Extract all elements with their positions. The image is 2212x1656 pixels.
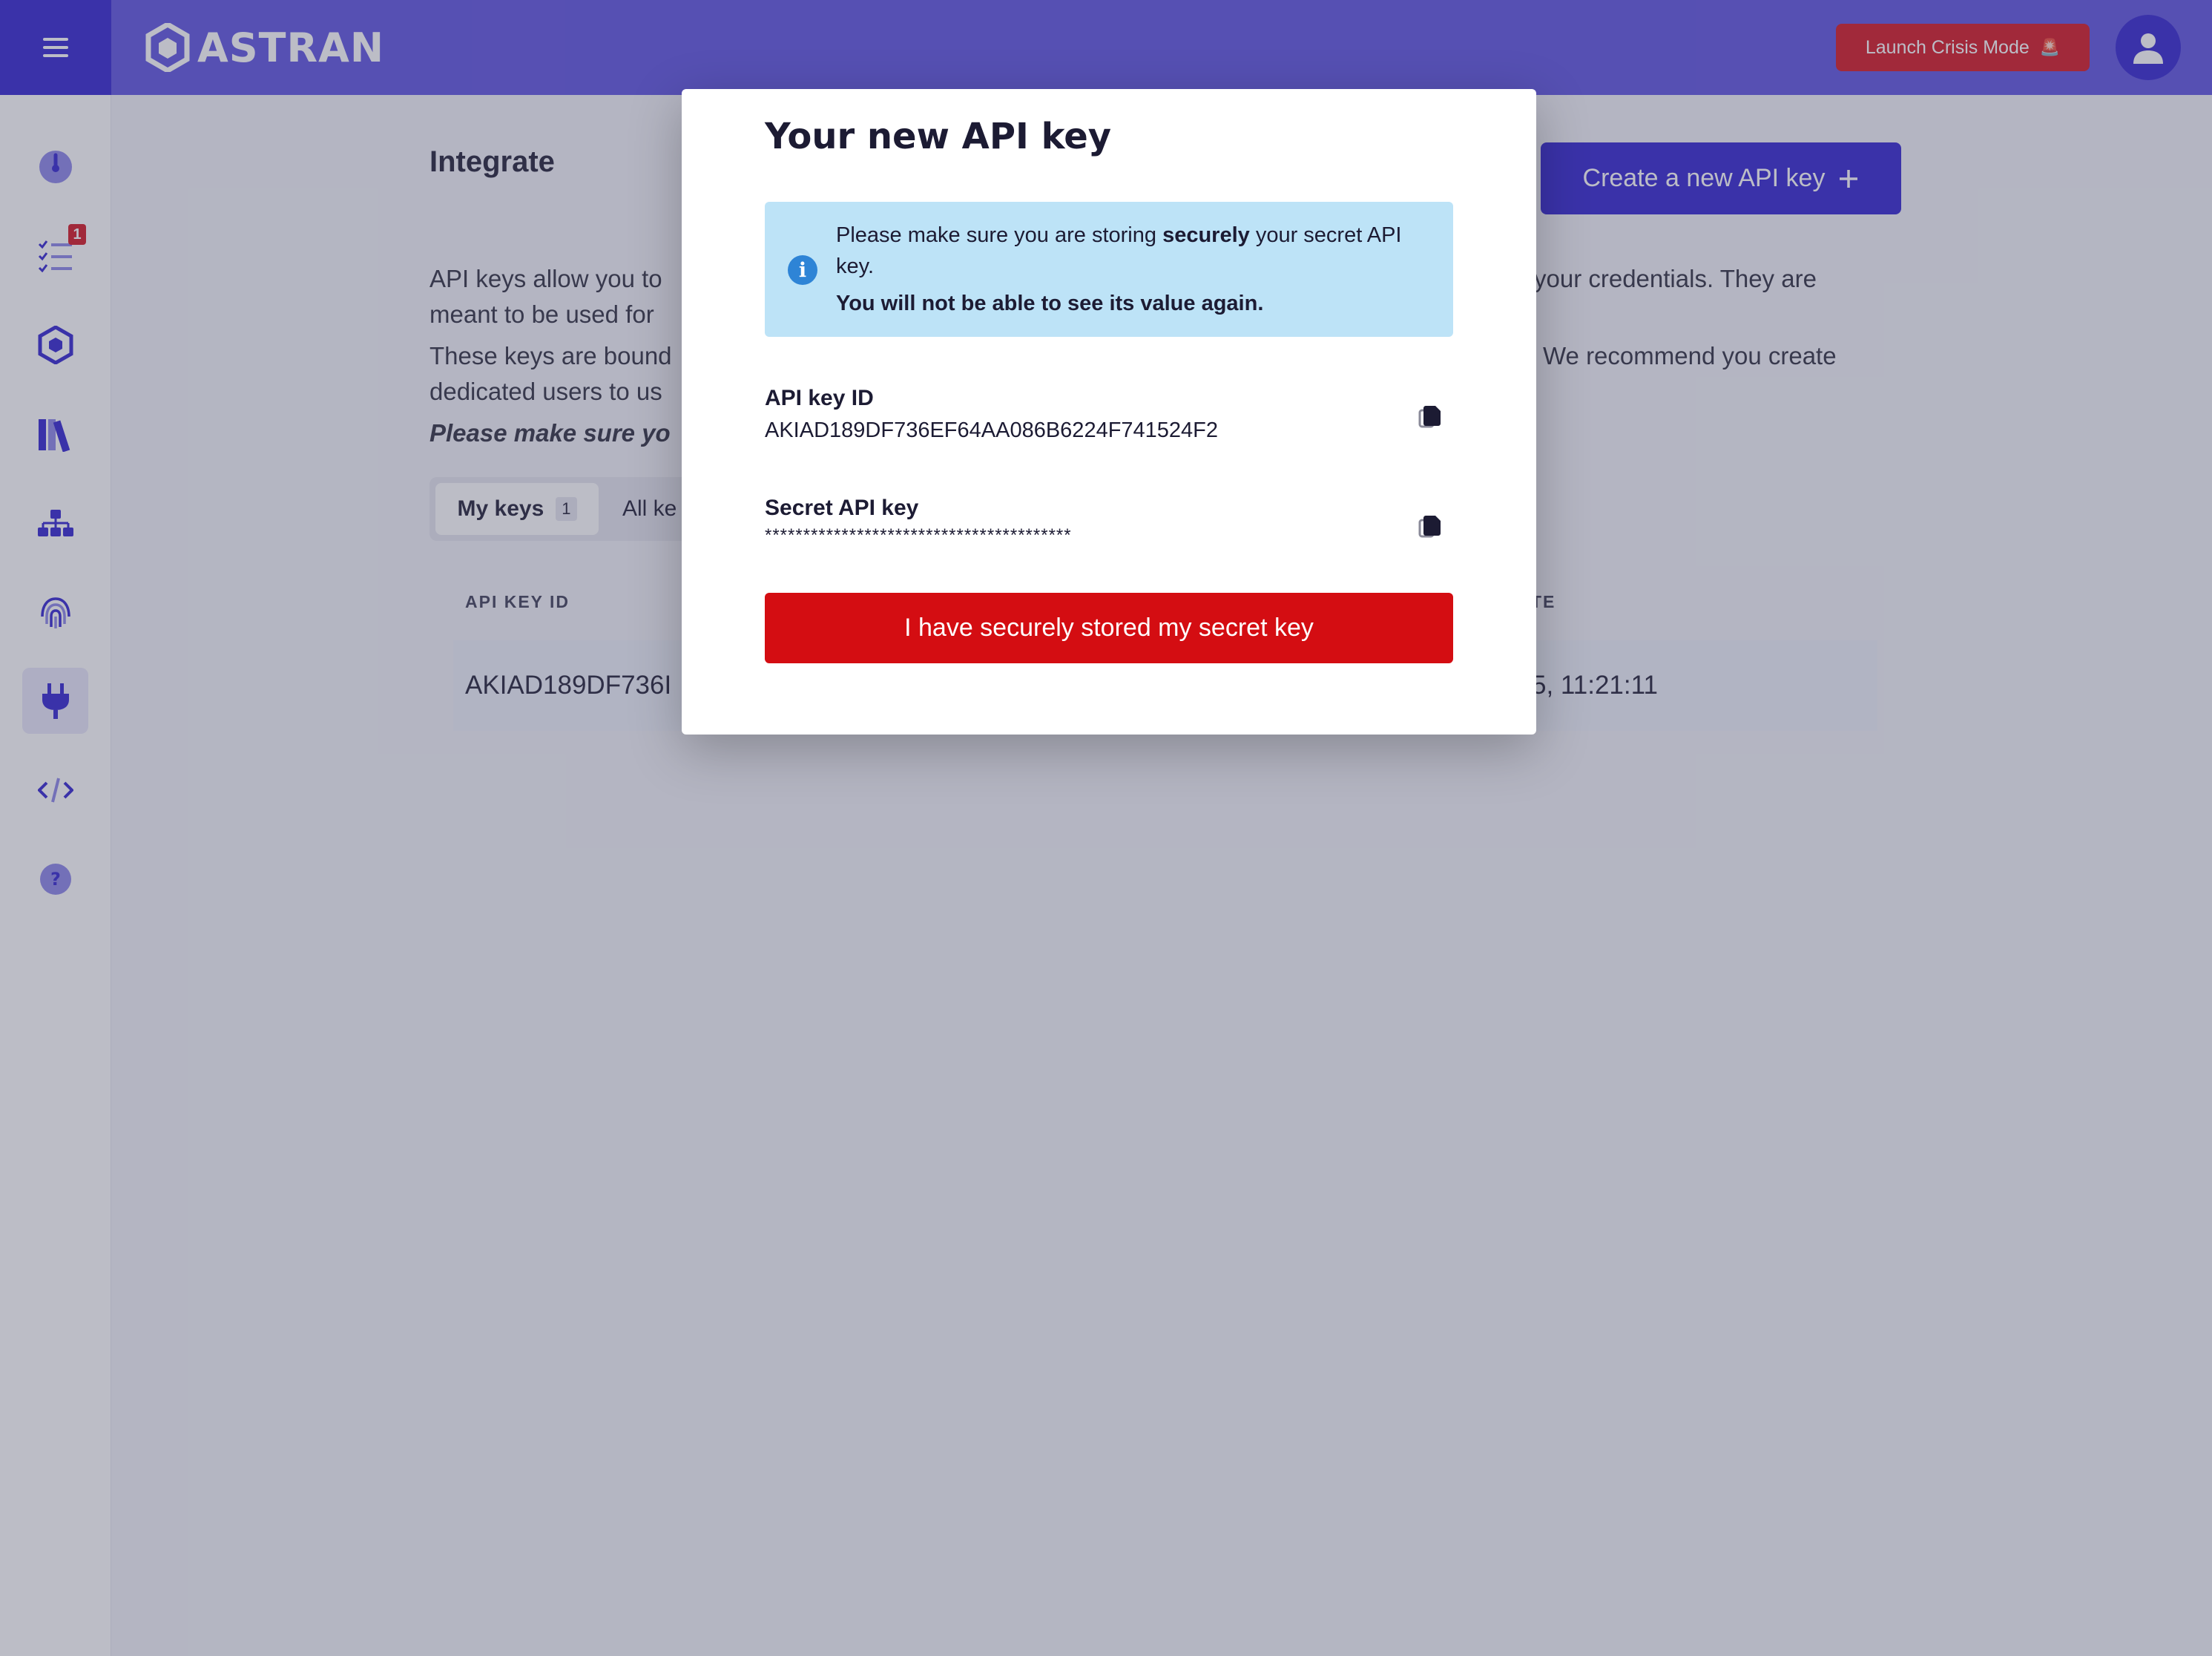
secret-api-key-value: ****************************************	[765, 525, 1072, 545]
info-icon: i	[788, 255, 817, 285]
info-text: Please make sure you are storing securel…	[836, 220, 1429, 319]
copy-api-key-id-button[interactable]	[1414, 401, 1446, 433]
info-text-bold: securely	[1162, 223, 1250, 247]
confirm-stored-key-button[interactable]: I have securely stored my secret key	[765, 593, 1453, 663]
new-api-key-modal: Your new API key i Please make sure you …	[682, 89, 1536, 735]
copy-icon	[1418, 516, 1441, 538]
modal-title: Your new API key	[765, 116, 1112, 157]
api-key-id-label: API key ID	[765, 386, 874, 410]
copy-icon	[1418, 406, 1441, 428]
info-text-prefix: Please make sure you are storing	[836, 223, 1163, 247]
info-warning: You will not be able to see its value ag…	[836, 292, 1264, 315]
api-key-id-value: AKIAD189DF736EF64AA086B6224F741524F2	[765, 418, 1219, 442]
info-alert: i Please make sure you are storing secur…	[765, 202, 1453, 337]
copy-secret-key-button[interactable]	[1414, 510, 1446, 543]
secret-api-key-label: Secret API key	[765, 496, 919, 520]
